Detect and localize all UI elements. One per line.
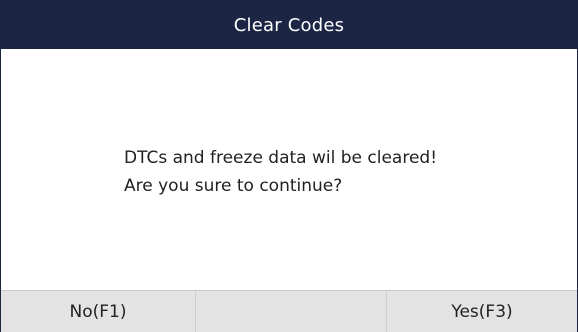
confirm-message: DTCs and freeze data wil be cleared! Are… xyxy=(124,144,437,200)
no-button-label: No(F1) xyxy=(69,301,127,322)
yes-button-label: Yes(F3) xyxy=(451,301,513,322)
clear-codes-screen: Clear Codes DTCs and freeze data wil be … xyxy=(0,0,578,332)
no-button[interactable]: No(F1) xyxy=(1,291,196,332)
f2-button[interactable] xyxy=(196,291,387,332)
title-bar: Clear Codes xyxy=(1,1,577,49)
confirm-dialog-body: DTCs and freeze data wil be cleared! Are… xyxy=(1,49,577,290)
message-line-1: DTCs and freeze data wil be cleared! xyxy=(124,148,438,168)
function-key-bar: No(F1) Yes(F3) xyxy=(1,290,577,332)
message-line-2: Are you sure to continue? xyxy=(124,176,343,196)
page-title: Clear Codes xyxy=(233,14,345,36)
yes-button[interactable]: Yes(F3) xyxy=(387,291,577,332)
